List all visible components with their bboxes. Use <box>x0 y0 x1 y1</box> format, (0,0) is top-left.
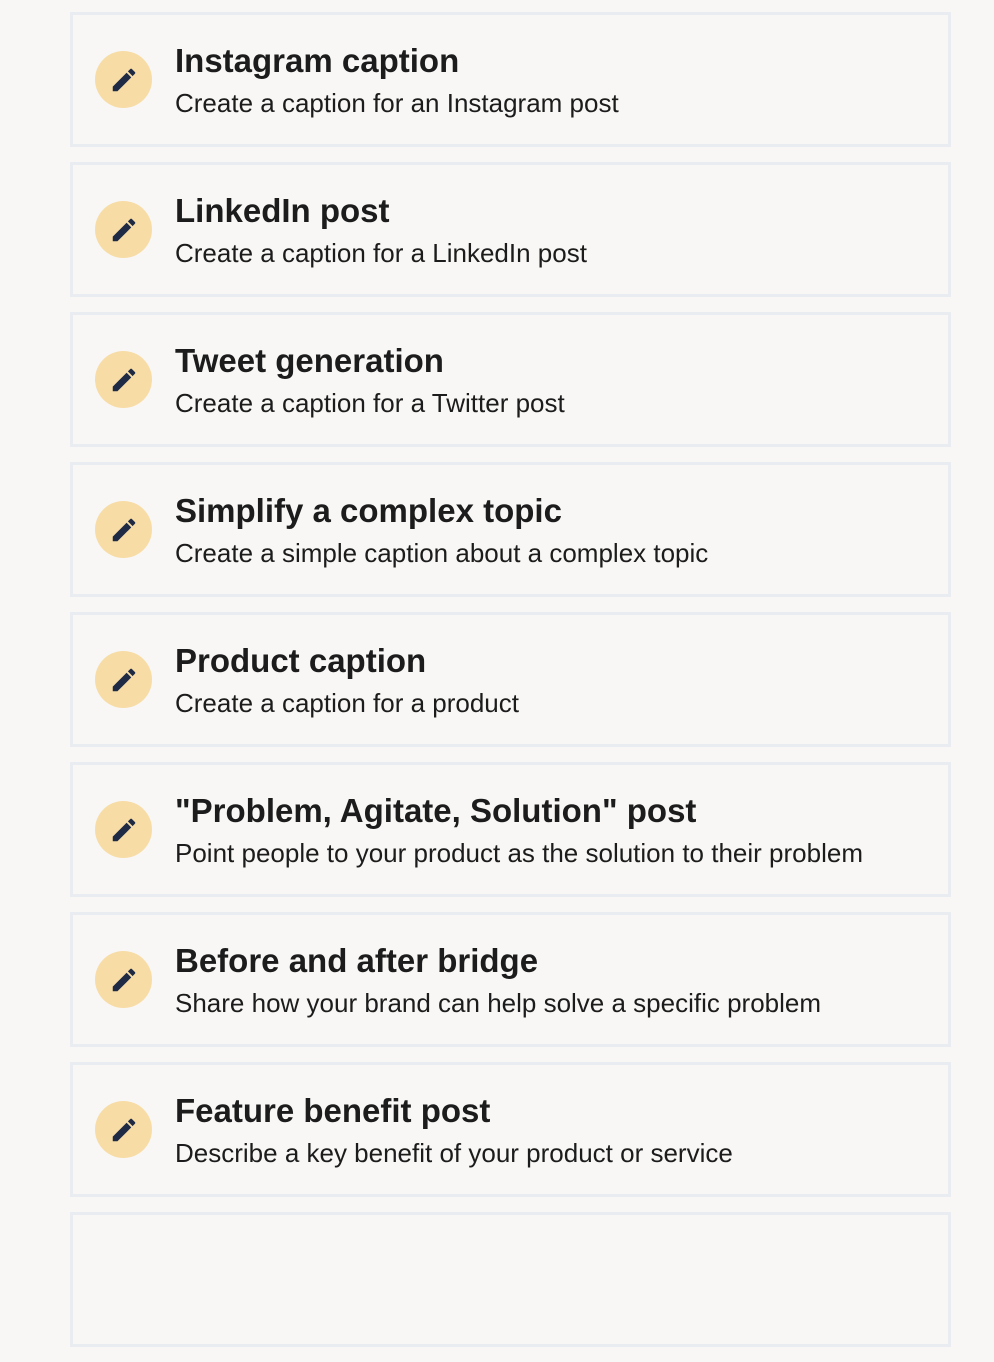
template-card-before-after-bridge[interactable]: Before and after bridge Share how your b… <box>70 912 951 1047</box>
pencil-icon <box>95 351 152 408</box>
template-card[interactable] <box>70 1212 951 1347</box>
template-card-tweet-generation[interactable]: Tweet generation Create a caption for a … <box>70 312 951 447</box>
pencil-icon <box>95 951 152 1008</box>
template-description: Create a caption for a product <box>175 687 519 718</box>
template-title: LinkedIn post <box>175 191 390 229</box>
template-title: Product caption <box>175 641 427 679</box>
template-card-simplify-topic[interactable]: Simplify a complex topic Create a simple… <box>70 462 951 597</box>
template-description: Create a simple caption about a complex … <box>175 537 709 568</box>
template-card-product-caption[interactable]: Product caption Create a caption for a p… <box>70 612 951 747</box>
template-card-linkedin-post[interactable]: LinkedIn post Create a caption for a Lin… <box>70 162 951 297</box>
template-title: Tweet generation <box>175 341 444 379</box>
pencil-icon <box>95 501 152 558</box>
template-description: Describe a key benefit of your product o… <box>175 1137 733 1168</box>
pencil-icon <box>95 201 152 258</box>
template-list: Instagram caption Create a caption for a… <box>70 0 951 1362</box>
template-description: Create a caption for a Twitter post <box>175 387 565 418</box>
template-description: Share how your brand can help solve a sp… <box>175 987 822 1018</box>
pencil-icon <box>95 651 152 708</box>
template-card-feature-benefit[interactable]: Feature benefit post Describe a key bene… <box>70 1062 951 1197</box>
pencil-icon <box>95 801 152 858</box>
template-title: Simplify a complex topic <box>175 491 562 529</box>
template-title: "Problem, Agitate, Solution" post <box>175 791 697 829</box>
pencil-icon <box>95 1101 152 1158</box>
template-title: Before and after bridge <box>175 941 539 979</box>
template-card-instagram-caption[interactable]: Instagram caption Create a caption for a… <box>70 12 951 147</box>
template-description: Create a caption for a LinkedIn post <box>175 237 587 268</box>
template-title: Feature benefit post <box>175 1091 491 1129</box>
template-description: Create a caption for an Instagram post <box>175 87 619 118</box>
pencil-icon <box>95 51 152 108</box>
template-description: Point people to your product as the solu… <box>175 837 863 868</box>
template-title: Instagram caption <box>175 41 460 79</box>
template-card-pas-post[interactable]: "Problem, Agitate, Solution" post Point … <box>70 762 951 897</box>
